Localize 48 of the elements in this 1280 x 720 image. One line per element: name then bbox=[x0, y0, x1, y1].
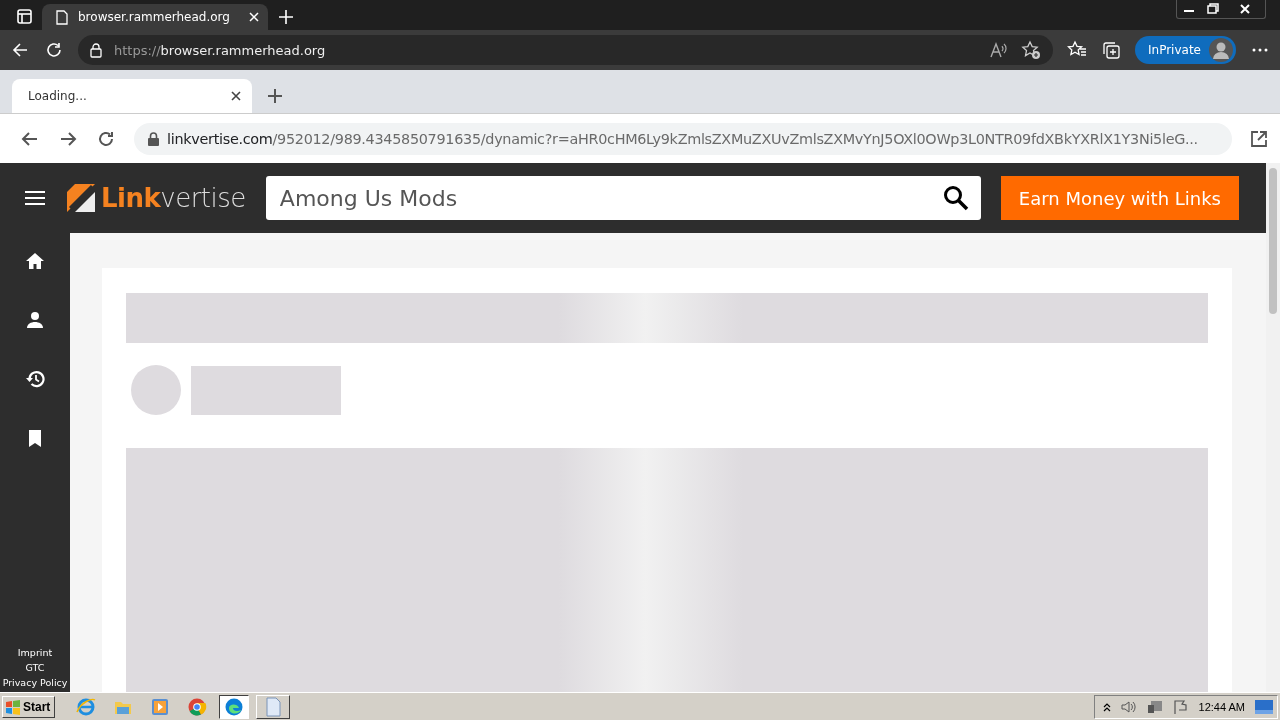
url-text: https://browser.rammerhead.org bbox=[114, 42, 326, 58]
footer-link[interactable]: Imprint bbox=[17, 645, 53, 660]
url-text: linkvertise.com/952012/989.4345850791635/dynamic?r=aHR0cHM6Ly9kZmlsZXMuZXUvZmlsZXMvYnJ5OXl0OWp3L0NTR09fdXBkYXRlX1Y3Ni5leG... bbox=[167, 130, 1198, 147]
refresh-icon[interactable] bbox=[44, 40, 64, 60]
logo-icon bbox=[65, 182, 97, 214]
address-bar[interactable]: linkvertise.com/952012/989.4345850791635/dynamic?r=aHR0cHM6Ly9kZmlsZXMuZXUvZmlsZXMvYnJ5OXl0OWp3L0NTR09fdXBkYXRlX1Y3Ni5leG... bbox=[134, 122, 1232, 155]
speaker-icon[interactable] bbox=[1120, 699, 1137, 714]
search-input[interactable]: Among Us Mods bbox=[277, 184, 943, 212]
logo-wordmark: Linkvertise bbox=[101, 183, 246, 213]
show-desktop-icon[interactable] bbox=[1255, 699, 1273, 714]
search-bar[interactable]: Among Us Mods bbox=[265, 176, 981, 220]
windows-logo-icon bbox=[5, 698, 21, 715]
document-icon bbox=[263, 696, 284, 717]
browser-icon bbox=[76, 696, 97, 717]
browser-tab[interactable]: Loading... bbox=[12, 79, 252, 113]
home-icon bbox=[25, 251, 45, 271]
page-icon bbox=[56, 9, 68, 25]
footer-link[interactable]: Privacy Policy bbox=[2, 675, 68, 690]
avatar-icon bbox=[1209, 38, 1233, 62]
network-icon[interactable] bbox=[1146, 698, 1163, 715]
scrollbar[interactable] bbox=[1266, 163, 1280, 692]
lock-icon bbox=[90, 42, 102, 58]
footer-link[interactable]: GTC bbox=[25, 660, 45, 675]
avatar-placeholder bbox=[131, 365, 181, 415]
close-icon[interactable] bbox=[230, 90, 242, 102]
tab-title: Loading... bbox=[28, 89, 88, 103]
read-aloud-icon[interactable] bbox=[989, 41, 1009, 59]
lock-icon bbox=[148, 131, 159, 146]
address-bar[interactable]: https://browser.rammerhead.org bbox=[78, 35, 1053, 65]
browser-tab[interactable]: browser.rammerhead.org bbox=[42, 4, 268, 30]
collections-icon[interactable] bbox=[1101, 40, 1121, 60]
start-button[interactable]: Start bbox=[2, 695, 56, 718]
scrollbar-thumb[interactable] bbox=[1269, 168, 1277, 314]
taskbar-app-button[interactable] bbox=[219, 694, 250, 719]
tab-title: browser.rammerhead.org bbox=[78, 10, 231, 24]
flag-icon[interactable] bbox=[1172, 698, 1189, 715]
edge-icon bbox=[224, 696, 245, 717]
history-icon bbox=[25, 369, 45, 389]
menu-icon[interactable] bbox=[25, 190, 45, 206]
chrome-icon bbox=[187, 696, 208, 717]
chevron-up-icon[interactable] bbox=[1102, 701, 1111, 712]
inprivate-button[interactable]: InPrivate bbox=[1135, 36, 1236, 64]
clock[interactable]: 12:44 AM bbox=[1198, 700, 1245, 713]
user-icon bbox=[25, 310, 45, 330]
media-player-icon bbox=[150, 696, 171, 717]
search-icon[interactable] bbox=[942, 185, 969, 211]
add-favorite-icon[interactable] bbox=[1021, 40, 1041, 60]
open-external-icon[interactable] bbox=[1250, 129, 1268, 148]
